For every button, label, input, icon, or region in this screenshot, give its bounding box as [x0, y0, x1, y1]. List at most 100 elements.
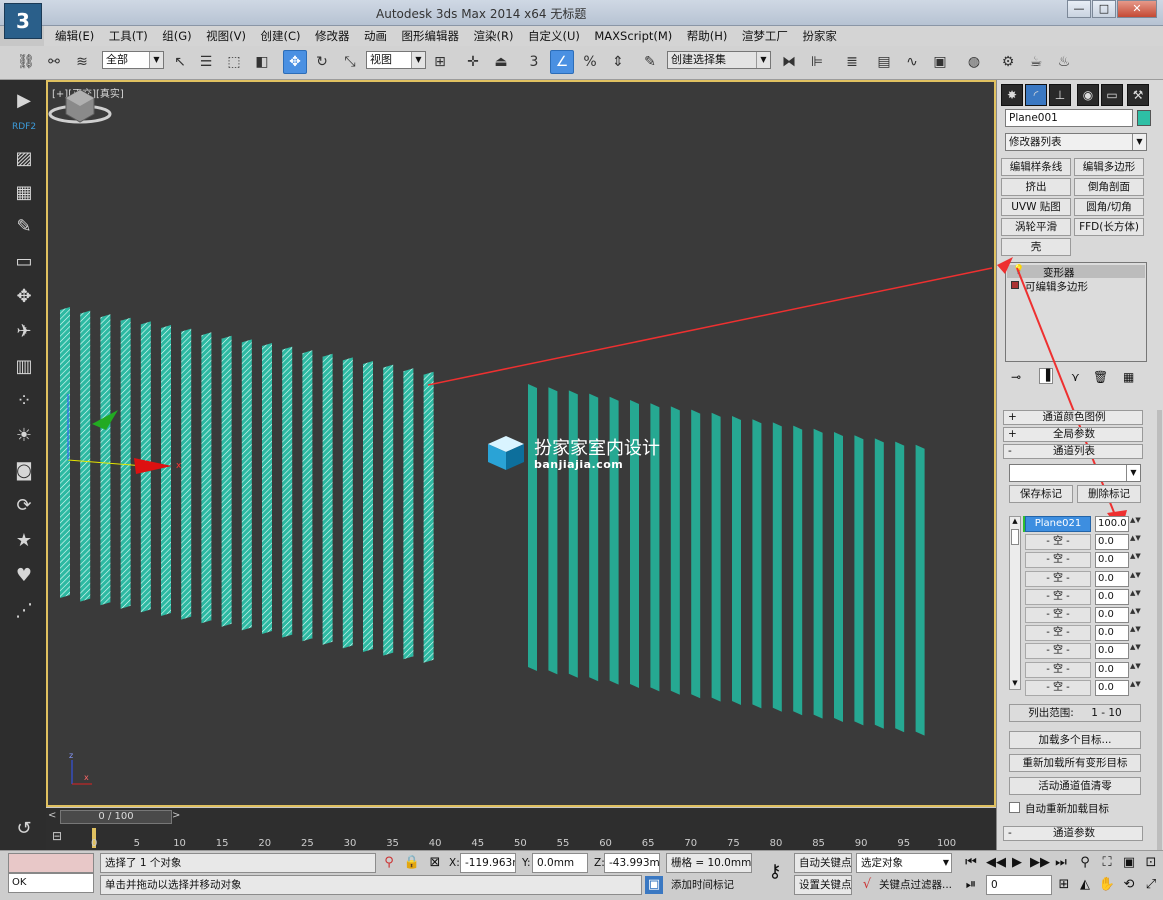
target-slat[interactable]: [670, 406, 680, 695]
refresh-icon[interactable]: ⟳: [12, 495, 36, 517]
pivot-center-button[interactable]: ⊞: [428, 50, 452, 74]
selected-slat[interactable]: [322, 353, 333, 645]
x-coord-field[interactable]: -119.963m: [460, 853, 516, 873]
maxscript-listener-pink[interactable]: [8, 853, 94, 873]
show-end-result-icon[interactable]: ▐: [1039, 368, 1053, 384]
menu-maxscript[interactable]: MAXScript(M): [583, 26, 672, 46]
rendered-frame-button[interactable]: ☕: [1024, 50, 1048, 74]
auto-reload-checkbox[interactable]: [1009, 802, 1020, 813]
load-multiple-targets-button[interactable]: 加载多个目标...: [1009, 731, 1141, 749]
spinner-icon[interactable]: ▲▼: [1130, 625, 1141, 641]
channel-row[interactable]: Plane021 100.0 ▲▼: [1011, 516, 1141, 533]
channel-row[interactable]: - 空 -0.0 ▲▼: [1011, 661, 1141, 679]
selected-slat[interactable]: [221, 335, 232, 627]
spinner-snap-button[interactable]: ⇕: [606, 50, 630, 74]
maximize-button[interactable]: □: [1092, 0, 1116, 18]
auto-key-button[interactable]: 自动关键点: [794, 853, 852, 873]
spinner-icon[interactable]: ▲▼: [1130, 662, 1141, 678]
menu-graph-editors[interactable]: 图形编辑器: [391, 26, 460, 46]
menu-edit[interactable]: 编辑(E): [44, 26, 94, 46]
channel-value-field[interactable]: 0.0: [1095, 588, 1129, 605]
selected-slat-group[interactable]: [60, 307, 434, 663]
channel-value-field[interactable]: 0.0: [1095, 625, 1129, 642]
rdf-play-icon[interactable]: ▶: [12, 90, 36, 112]
zoom-icon[interactable]: ⚲: [1076, 854, 1094, 872]
channel-value-field[interactable]: 0.0: [1095, 552, 1129, 569]
channel-value-field[interactable]: 0.0: [1095, 679, 1129, 696]
render-setup-button[interactable]: ⚙: [996, 50, 1020, 74]
target-slat[interactable]: [793, 425, 803, 716]
menu-modifiers[interactable]: 修改器: [304, 26, 350, 46]
add-time-tag[interactable]: 添加时间标记: [666, 875, 752, 895]
align-button[interactable]: ⊫: [805, 50, 829, 74]
selected-slat[interactable]: [120, 317, 131, 609]
channel-name[interactable]: - 空 -: [1025, 679, 1091, 696]
material-editor-button[interactable]: ◍: [962, 50, 986, 74]
set-key-button[interactable]: 设置关键点: [794, 875, 852, 895]
selected-slat[interactable]: [262, 343, 272, 634]
key-filters-button[interactable]: 关键点过滤器...: [874, 875, 952, 895]
selected-slat[interactable]: [161, 325, 171, 616]
channel-row[interactable]: - 空 -0.0 ▲▼: [1011, 534, 1141, 551]
y-coord-field[interactable]: 0.0mm: [532, 853, 588, 873]
selection-lock-icon[interactable]: 🔒: [403, 854, 421, 872]
channel-name[interactable]: - 空 -: [1025, 661, 1091, 678]
time-slider-knob[interactable]: 0 / 100: [60, 810, 172, 824]
selected-slat[interactable]: [80, 310, 91, 602]
grid-icon[interactable]: ▦: [12, 182, 36, 204]
orbit-icon[interactable]: ⟲: [1120, 876, 1138, 894]
target-slat[interactable]: [895, 441, 905, 733]
selected-slat[interactable]: [241, 339, 252, 631]
target-slat[interactable]: [772, 422, 782, 712]
heart-icon[interactable]: ♥: [12, 565, 36, 587]
move-arrows-icon[interactable]: ✥: [12, 286, 36, 308]
maximize-viewport-icon[interactable]: ⤢: [1142, 876, 1160, 894]
time-slider[interactable]: < 0 / 100 >: [46, 808, 996, 826]
target-slat[interactable]: [874, 438, 884, 729]
current-frame-field[interactable]: 0: [986, 875, 1052, 895]
zoom-extents-icon[interactable]: ▣: [1120, 854, 1138, 872]
remove-modifier-icon[interactable]: 🗑: [1093, 370, 1108, 384]
star-icon[interactable]: ★: [12, 530, 36, 552]
next-frame-icon[interactable]: ▶▶: [1030, 854, 1050, 872]
target-slat[interactable]: [711, 412, 721, 702]
select-by-name-button[interactable]: ☰: [194, 50, 218, 74]
selected-slat[interactable]: [201, 332, 212, 624]
link-button[interactable]: ⛓: [14, 50, 38, 74]
channel-name[interactable]: - 空 -: [1025, 588, 1091, 605]
channel-name[interactable]: - 空 -: [1025, 625, 1091, 642]
selected-slat[interactable]: [403, 368, 414, 660]
rect-selection-button[interactable]: ⬚: [222, 50, 246, 74]
image-icon[interactable]: ▨: [12, 148, 36, 170]
selected-slat[interactable]: [302, 350, 313, 642]
keyboard-shortcut-button[interactable]: ⏏: [489, 50, 513, 74]
menu-view[interactable]: 视图(V): [195, 26, 246, 46]
channel-value-field[interactable]: 100.0: [1095, 516, 1129, 532]
viewport[interactable]: x z x [+][正交][真实] 扮家家室内设计 banjiajia.com: [46, 80, 996, 807]
target-slat[interactable]: [528, 384, 537, 671]
zoom-all-icon[interactable]: ⛶: [1098, 854, 1116, 872]
target-slat[interactable]: [854, 435, 864, 726]
graphite-toolbar-button[interactable]: ▤: [872, 50, 896, 74]
maxscript-listener-output[interactable]: OK: [8, 873, 94, 893]
channel-name[interactable]: Plane021: [1025, 516, 1091, 532]
schematic-view-button[interactable]: ▣: [928, 50, 952, 74]
menu-rendering[interactable]: 渲染(R): [463, 26, 514, 46]
inbox-icon[interactable]: ▥: [12, 356, 36, 378]
selected-slat[interactable]: [383, 364, 394, 656]
minimize-button[interactable]: —: [1067, 0, 1091, 18]
selected-object-dropdown[interactable]: 选定对象 ▼: [856, 853, 952, 873]
viewcube-icon[interactable]: [48, 82, 112, 126]
panel-scrollbar[interactable]: [1157, 410, 1162, 850]
app-menu-button[interactable]: 3: [4, 3, 42, 39]
spinner-icon[interactable]: ▲▼: [1130, 607, 1141, 623]
marker-dropdown[interactable]: ▼: [1009, 464, 1141, 482]
target-slat[interactable]: [752, 419, 762, 709]
zoom-extents-all-icon[interactable]: ⊡: [1142, 854, 1160, 872]
close-button[interactable]: ✕: [1117, 0, 1157, 18]
snap-toggle-button[interactable]: 3: [522, 50, 546, 74]
target-slat[interactable]: [732, 416, 741, 705]
spinner-icon[interactable]: ▲▼: [1130, 552, 1141, 568]
select-scale-button[interactable]: ⤡: [338, 50, 362, 74]
angle-snap-button[interactable]: ∠: [550, 50, 574, 74]
